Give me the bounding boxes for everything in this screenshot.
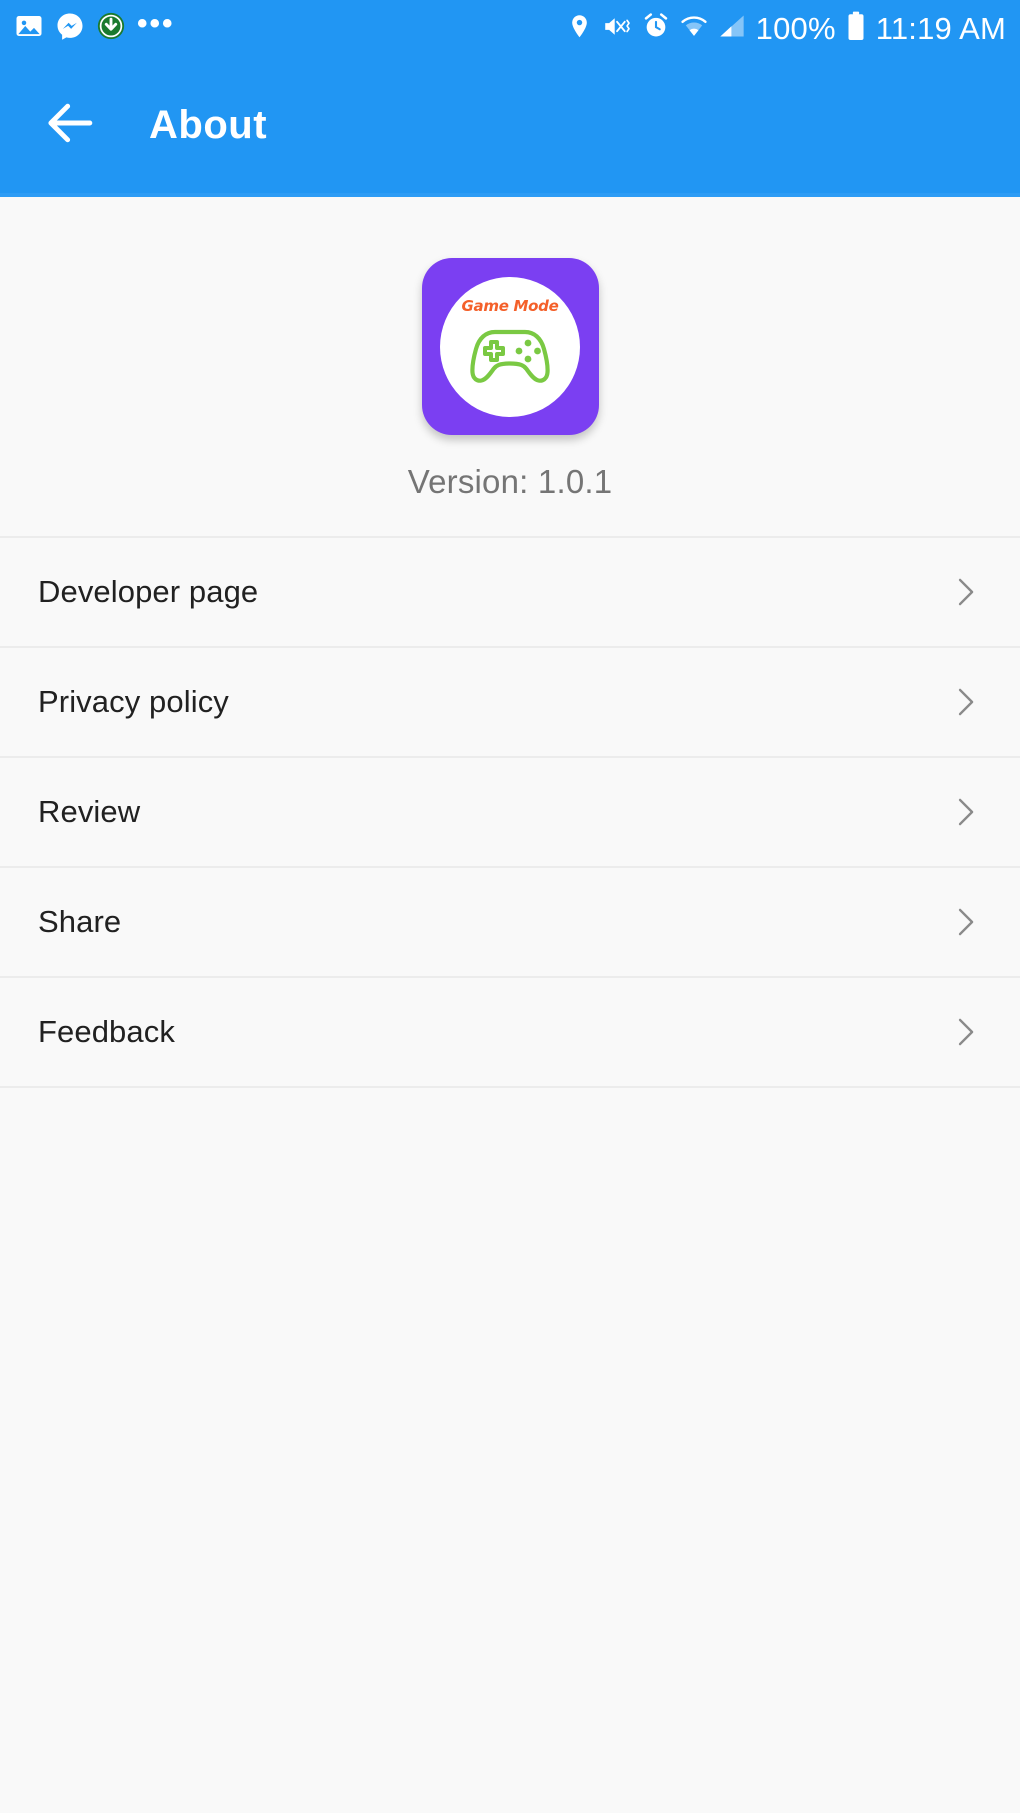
chevron-right-icon — [948, 685, 982, 719]
status-overflow-icon: ••• — [137, 6, 175, 40]
app-icon-circle: Game Mode — [440, 276, 580, 417]
menu-item-developer-page[interactable]: Developer page — [0, 538, 1020, 648]
location-pin-icon — [566, 13, 593, 45]
version-label: Version: 1.0.1 — [407, 463, 613, 500]
battery-icon — [846, 11, 866, 46]
cellular-signal-icon — [718, 13, 746, 44]
menu-item-label: Developer page — [38, 574, 259, 609]
alarm-clock-icon — [642, 12, 670, 45]
menu-item-label: Feedback — [38, 1014, 175, 1049]
about-menu-list: Developer page Privacy policy Review Sha… — [0, 536, 1020, 1088]
vibrate-mute-icon — [603, 13, 632, 45]
page-title: About — [149, 102, 268, 147]
about-screen: ••• 100% 11:19 AM About Game Mode Versio… — [0, 0, 1020, 1813]
status-bar-notifications: ••• — [14, 6, 175, 46]
download-circle-icon — [96, 11, 126, 46]
battery-percent-label: 100% — [755, 10, 836, 46]
chevron-right-icon — [948, 1015, 982, 1049]
chevron-right-icon — [948, 905, 982, 939]
menu-item-label: Review — [38, 794, 141, 829]
app-bar: About — [0, 57, 1020, 197]
menu-item-label: Share — [38, 904, 122, 939]
menu-item-review[interactable]: Review — [0, 758, 1020, 868]
messenger-icon — [55, 11, 85, 46]
menu-item-label: Privacy policy — [38, 684, 229, 719]
arrow-left-icon — [42, 95, 98, 156]
back-button[interactable] — [40, 95, 100, 155]
clock-label: 11:19 AM — [875, 10, 1006, 46]
menu-item-share[interactable]: Share — [0, 868, 1020, 978]
menu-item-feedback[interactable]: Feedback — [0, 978, 1020, 1088]
app-icon-wordmark: Game Mode — [461, 296, 559, 315]
gamepad-icon — [462, 318, 558, 393]
status-bar-system: 100% 11:19 AM — [566, 11, 1006, 47]
app-icon: Game Mode — [421, 258, 599, 435]
chevron-right-icon — [948, 575, 982, 609]
menu-item-privacy-policy[interactable]: Privacy policy — [0, 648, 1020, 758]
wifi-icon — [680, 13, 708, 44]
status-bar: ••• 100% 11:19 AM — [0, 0, 1020, 57]
chevron-right-icon — [948, 795, 982, 829]
app-identity-block: Game Mode Version: 1.0.1 — [0, 197, 1020, 501]
gallery-image-icon — [14, 11, 44, 46]
